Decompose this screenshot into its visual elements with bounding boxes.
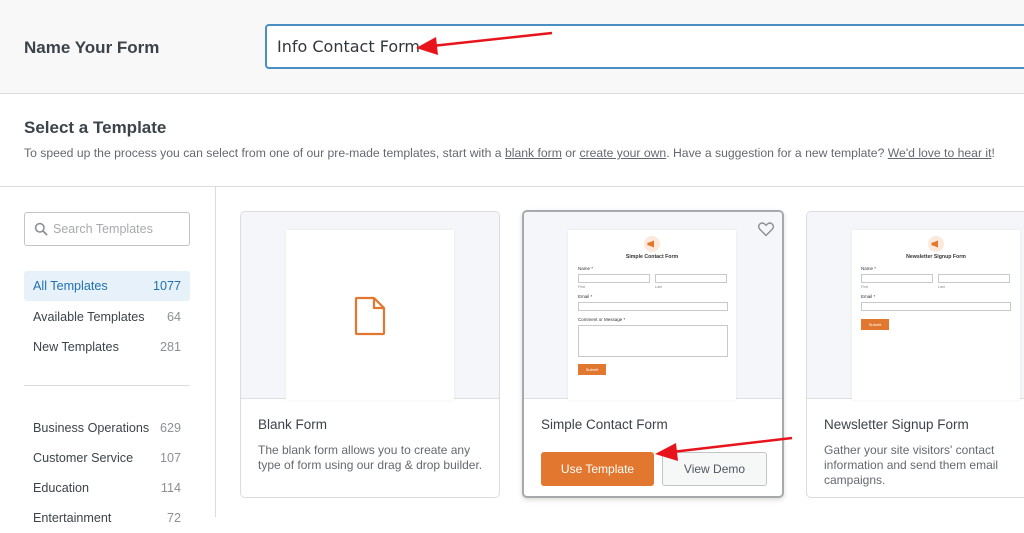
form-preview: Simple Contact Form Name * First Last Em… [568,230,736,400]
template-title: Blank Form [258,417,328,432]
sidebar-section-divider [24,385,190,386]
preview-email-field [578,302,728,311]
category-label: Customer Service [33,451,134,465]
preview-form-title: Newsletter Signup Form [906,254,966,260]
template-card-simple-contact-form[interactable]: Simple Contact Form Name * First Last Em… [522,210,784,498]
template-title: Newsletter Signup Form [824,417,969,432]
category-count: 107 [159,451,181,465]
category-count: 72 [166,511,181,525]
blank-form-link[interactable]: blank form [505,146,562,160]
preview-name-label: Name * [578,266,594,271]
preview-name-label: Name * [861,266,877,271]
select-template-title: Select a Template [24,118,167,137]
category-label: Education [33,481,90,495]
category-count: 114 [160,481,181,495]
preview-email-field [861,302,1011,311]
template-search-input[interactable] [53,219,183,239]
section-divider [0,186,1024,187]
file-icon [354,296,386,336]
sidebar-item-available-templates[interactable]: Available Templates 64 [24,302,190,332]
preview-submit-button: Submit [861,319,889,330]
search-icon [34,222,48,236]
sidebar-item-new-templates[interactable]: New Templates 281 [24,332,190,362]
form-preview: Newsletter Signup Form Name * First Last… [852,230,1020,400]
preview-comment-label: Comment or Message * [578,317,626,322]
template-preview: Newsletter Signup Form Name * First Last… [807,212,1024,400]
category-label: Business Operations [33,421,150,435]
category-count: 64 [166,310,181,324]
preview-first-sublabel: First [861,285,868,289]
template-preview: Simple Contact Form Name * First Last Em… [524,212,782,400]
preview-last-field [655,274,727,283]
preview-email-label: Email * [578,294,593,299]
template-description: The blank form allows you to create any … [258,443,483,472]
preview-first-field [578,274,650,283]
template-preview [241,212,499,400]
category-count: 1077 [152,279,181,293]
suggest-template-link[interactable]: We'd love to hear it [888,146,992,160]
preview-last-sublabel: Last [938,285,945,289]
preview-submit-button: Submit [578,364,606,375]
category-count: 629 [159,421,181,435]
sidebar-item-business-operations[interactable]: Business Operations 629 [24,413,190,443]
preview-last-sublabel: Last [655,285,662,289]
template-card-newsletter-signup-form[interactable]: Newsletter Signup Form Name * First Last… [806,211,1024,498]
desc-end: ! [991,146,995,160]
form-name-bar: Name Your Form [0,0,1024,94]
template-preview-sheet: Simple Contact Form Name * First Last Em… [568,230,736,400]
template-preview-sheet: Newsletter Signup Form Name * First Last… [852,230,1020,400]
preview-last-field [938,274,1010,283]
preview-form-title: Simple Contact Form [625,254,679,260]
preview-comment-field [578,325,728,357]
sidebar-item-entertainment[interactable]: Entertainment 72 [24,503,190,533]
category-label: Entertainment [33,511,112,525]
heart-icon[interactable] [757,220,775,238]
sidebar-divider [215,187,216,517]
sidebar-item-customer-service[interactable]: Customer Service 107 [24,443,190,473]
sidebar-item-all-templates[interactable]: All Templates 1077 [24,271,190,301]
preview-first-field [861,274,933,283]
category-label: New Templates [33,340,119,354]
form-name-label: Name Your Form [24,38,160,57]
desc-or: or [561,146,580,160]
sidebar-item-education[interactable]: Education 114 [24,473,190,503]
select-template-description: To speed up the process you can select f… [24,146,995,160]
desc-prefix: To speed up the process you can select f… [24,146,505,160]
desc-mid: . Have a suggestion for a new template? [666,146,888,160]
preview-first-sublabel: First [578,285,585,289]
template-description: Gather your site visitors' contact infor… [824,443,999,487]
template-title: Simple Contact Form [541,417,668,432]
form-name-input[interactable] [265,24,1024,69]
category-label: All Templates [33,279,108,293]
template-card-blank-form[interactable]: Blank Form The blank form allows you to … [240,211,500,498]
megaphone-icon [644,236,660,252]
megaphone-icon [928,236,944,252]
preview-email-label: Email * [861,294,876,299]
category-count: 281 [159,340,181,354]
view-demo-button[interactable]: View Demo [662,452,767,486]
template-preview-sheet [286,230,454,400]
use-template-button[interactable]: Use Template [541,452,654,486]
create-your-own-link[interactable]: create your own [580,146,667,160]
template-search[interactable] [24,212,190,246]
category-label: Available Templates [33,310,145,324]
